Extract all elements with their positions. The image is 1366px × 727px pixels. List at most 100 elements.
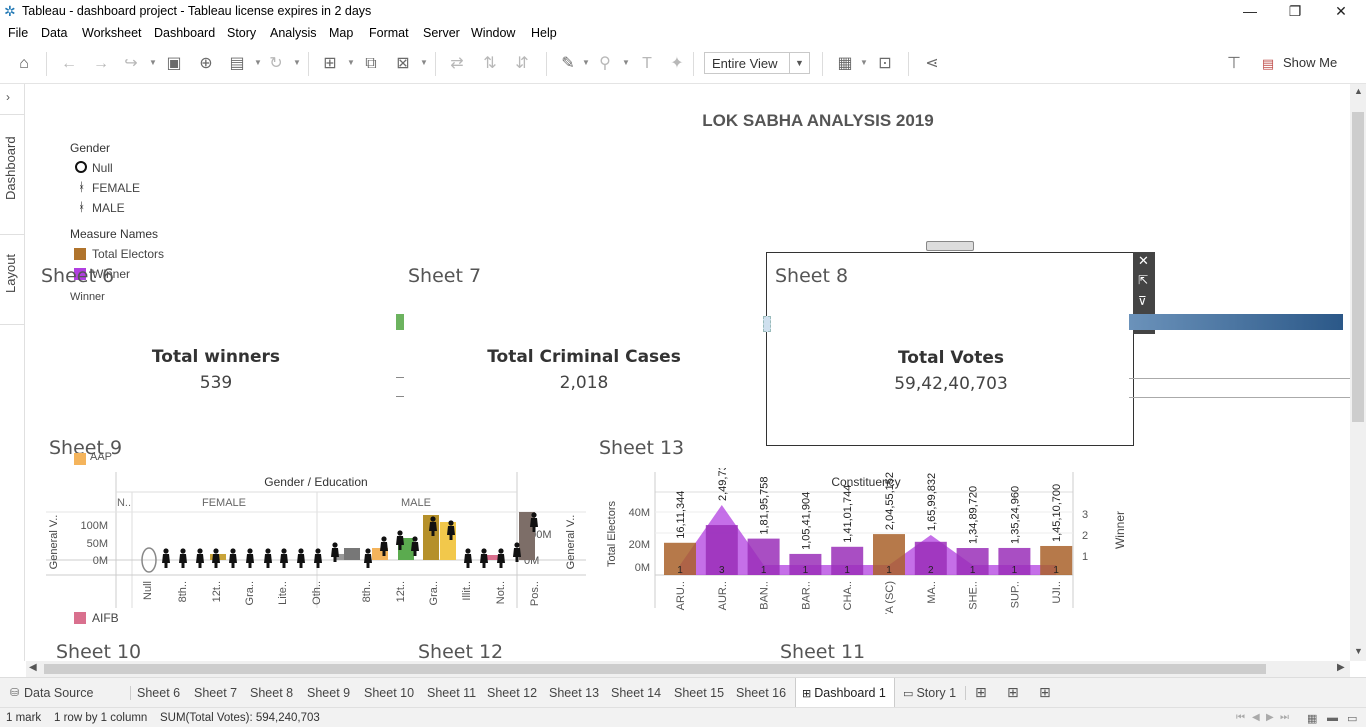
chevron-down-icon[interactable]: ▼ (149, 58, 157, 67)
next-page-icon[interactable]: ▶ (1266, 712, 1274, 723)
tab-story-1[interactable]: ▭ Story 1 (903, 678, 956, 708)
restore-button[interactable]: ❐ (1275, 2, 1315, 22)
pin-icon[interactable]: ✦ (666, 54, 688, 74)
menu-story[interactable]: Story (227, 26, 256, 40)
gender-legend-null[interactable]: Null (92, 161, 113, 175)
attach-icon[interactable]: ⚲ (594, 54, 616, 74)
chevron-down-icon[interactable]: ▼ (582, 58, 590, 67)
tab-sheet-6[interactable]: Sheet 6 (137, 678, 180, 708)
new-dashboard-icon[interactable]: ⊞ (1007, 684, 1019, 701)
tab-sheet-16[interactable]: Sheet 16 (736, 678, 786, 708)
filmstrip-view-icon[interactable]: ▬ (1327, 712, 1338, 724)
format-painter-icon[interactable]: ⊤ (1223, 54, 1245, 74)
undo-icon[interactable]: ← (58, 54, 80, 74)
home-icon[interactable]: ⌂ (13, 54, 35, 74)
presentation-mode-icon[interactable]: ⊡ (874, 54, 896, 74)
pause-updates-icon[interactable]: ▤ (226, 54, 248, 74)
tab-dashboard-1[interactable]: ⊞ Dashboard 1 (795, 678, 895, 708)
grid-view-icon[interactable]: ▦ (1307, 712, 1317, 725)
tab-sheet-15[interactable]: Sheet 15 (674, 678, 724, 708)
last-page-icon[interactable]: ⏭ (1280, 712, 1289, 723)
new-worksheet-icon[interactable]: ⊞ (319, 54, 341, 74)
replay-icon[interactable]: ↪ (120, 54, 142, 74)
highlight-icon[interactable]: ✎ (557, 54, 579, 74)
tabs-view-icon[interactable]: ▭ (1347, 712, 1357, 725)
tab-layout-panel[interactable]: Layout (3, 254, 18, 293)
x-tick-label: SHE.. (968, 581, 980, 610)
remove-icon[interactable]: ✕ (1138, 253, 1149, 269)
tab-dashboard-panel[interactable]: Dashboard (3, 136, 18, 200)
first-page-icon[interactable]: ⏮ (1236, 712, 1245, 723)
scroll-right-icon[interactable]: ▶ (1337, 662, 1345, 673)
chevron-down-icon[interactable]: ▼ (789, 53, 809, 73)
x-tick-label: 8th.. (361, 581, 373, 602)
tab-sheet-13[interactable]: Sheet 13 (549, 678, 599, 708)
menu-map[interactable]: Map (329, 26, 353, 40)
duplicate-sheet-icon[interactable]: ⧉ (360, 54, 382, 74)
menu-worksheet[interactable]: Worksheet (82, 26, 142, 40)
scroll-down-icon[interactable]: ▼ (1354, 646, 1363, 656)
minimize-button[interactable]: — (1230, 2, 1270, 22)
scroll-thumb[interactable] (1352, 112, 1364, 422)
x-tick-label: 12t.. (395, 581, 407, 602)
refresh-icon[interactable]: ↻ (265, 54, 287, 74)
chevron-down-icon[interactable]: ▼ (860, 58, 868, 67)
chevron-down-icon[interactable]: ▼ (622, 58, 630, 67)
menu-window[interactable]: Window (471, 26, 515, 40)
tab-sheet-12[interactable]: Sheet 12 (487, 678, 537, 708)
go-to-sheet-icon[interactable]: ⇱ (1138, 273, 1148, 287)
sheet-8-container[interactable]: Sheet 8 Total Votes 59,42,40,703 (763, 252, 1134, 446)
swap-icon[interactable]: ⇄ (446, 54, 468, 74)
tab-sheet-10[interactable]: Sheet 10 (364, 678, 414, 708)
sheet-9-chart[interactable]: Gender / Education N.. FEMALE MALE Gener… (40, 468, 600, 614)
chevron-down-icon[interactable]: ▼ (420, 58, 428, 67)
share-icon[interactable]: ⋖ (921, 54, 943, 74)
new-story-icon[interactable]: ⊞ (1039, 684, 1051, 701)
education-bar[interactable] (423, 515, 439, 560)
menu-dashboard[interactable]: Dashboard (154, 26, 215, 40)
sort-ascending-icon[interactable]: ⇅ (479, 54, 501, 74)
vertical-scrollbar[interactable]: ▲ ▼ (1350, 84, 1366, 661)
tab-sheet-7[interactable]: Sheet 7 (194, 678, 237, 708)
save-icon[interactable]: ▣ (163, 54, 185, 74)
clear-sheet-icon[interactable]: ⊠ (392, 54, 414, 74)
menu-analysis[interactable]: Analysis (270, 26, 317, 40)
redo-icon[interactable]: → (90, 54, 112, 74)
sort-descending-icon[interactable]: ⇵ (511, 54, 533, 74)
chevron-down-icon[interactable]: ▼ (254, 58, 262, 67)
sheet-7-mark (396, 314, 404, 330)
gender-legend-male[interactable]: MALE (92, 201, 125, 215)
menu-file[interactable]: File (8, 26, 28, 40)
scroll-up-icon[interactable]: ▲ (1354, 86, 1363, 96)
menu-data[interactable]: Data (41, 26, 67, 40)
close-button[interactable]: ✕ (1321, 2, 1361, 22)
show-me-label[interactable]: Show Me (1283, 55, 1337, 70)
chevron-down-icon[interactable]: ▼ (293, 58, 301, 67)
tab-sheet-11[interactable]: Sheet 11 (427, 678, 476, 708)
show-cards-icon[interactable]: ▦ (834, 54, 856, 74)
filter-icon[interactable]: ⊽ (1138, 294, 1147, 308)
sheet-13-chart[interactable]: Constituency Total Electors Winner 40M 2… (596, 468, 1156, 614)
chevron-down-icon[interactable]: ▼ (347, 58, 355, 67)
expand-panel-icon[interactable]: › (6, 90, 10, 104)
tab-sheet-8[interactable]: Sheet 8 (250, 678, 293, 708)
education-bar[interactable] (344, 548, 360, 560)
tab-sheet-9[interactable]: Sheet 9 (307, 678, 350, 708)
text-label-icon[interactable]: T (636, 54, 658, 74)
menu-server[interactable]: Server (423, 26, 460, 40)
menu-format[interactable]: Format (369, 26, 409, 40)
prev-page-icon[interactable]: ◀ (1252, 712, 1260, 723)
menu-help[interactable]: Help (531, 26, 557, 40)
show-me-icon[interactable]: ▤ (1257, 54, 1279, 74)
scroll-thumb[interactable] (44, 664, 1266, 674)
scroll-left-icon[interactable]: ◀ (29, 662, 37, 673)
gender-legend-female[interactable]: FEMALE (92, 181, 140, 195)
measure-legend-total-electors[interactable]: Total Electors (92, 247, 164, 261)
tab-sheet-14[interactable]: Sheet 14 (611, 678, 661, 708)
fit-view-select[interactable]: Entire View ▼ (704, 52, 810, 74)
drag-handle[interactable] (926, 241, 974, 251)
tab-data-source[interactable]: Data Source (24, 678, 93, 708)
horizontal-scrollbar[interactable]: ◀ ▶ (26, 661, 1350, 677)
new-data-source-icon[interactable]: ⊕ (195, 54, 217, 74)
new-worksheet-icon[interactable]: ⊞ (975, 684, 987, 701)
